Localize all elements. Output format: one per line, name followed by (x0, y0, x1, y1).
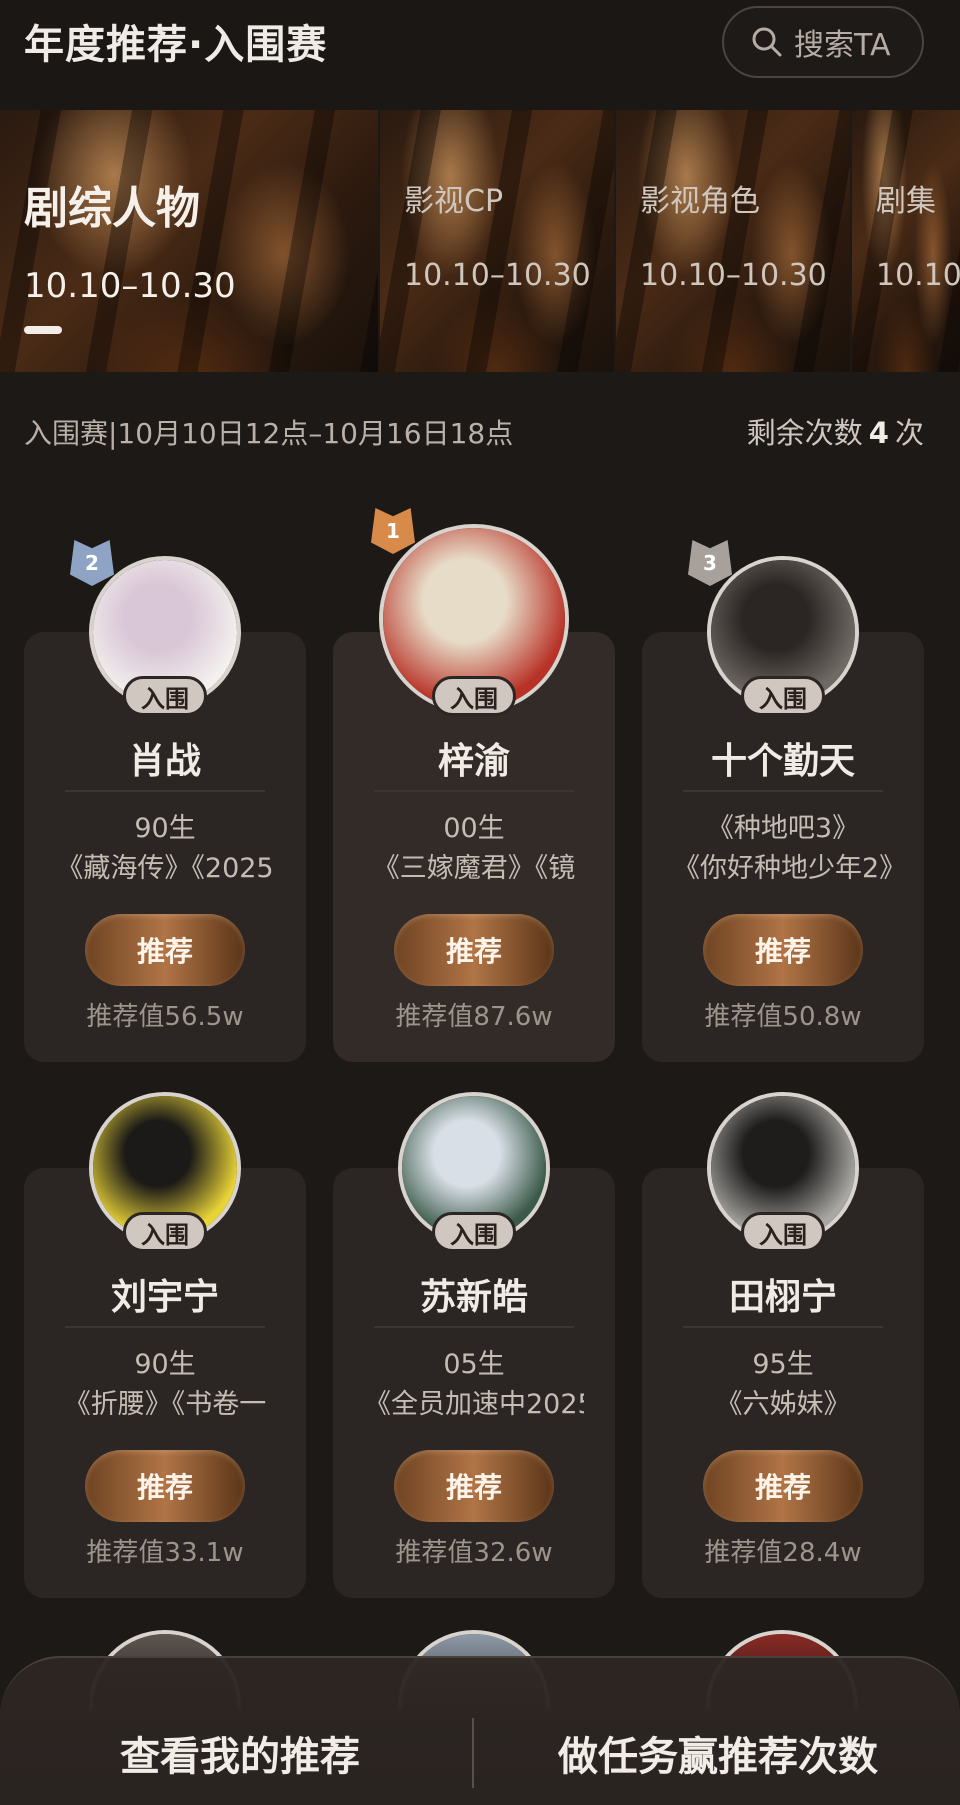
candidate-meta: 90生 (134, 813, 196, 844)
candidate-works: 《全员加速中2025 (364, 1389, 584, 1420)
qualified-badge: 入围 (741, 676, 825, 716)
recommend-button[interactable]: 推荐 (85, 914, 245, 986)
candidate-name: 苏新皓 (419, 1277, 528, 1318)
candidate-name: 肖战 (128, 741, 201, 782)
tab-date: 10.10–10.30 (404, 258, 591, 293)
category-tabs: 剧综人物 10.10–10.30 影视CP 10.10–10.30 影视角色 1… (0, 110, 960, 372)
qualified-badge: 入围 (123, 1212, 207, 1252)
tab-label: 剧集 (876, 184, 936, 219)
tab-drama-variety-person[interactable]: 剧综人物 10.10–10.30 (0, 110, 378, 372)
rank-badge-icon: 3 (688, 540, 732, 586)
bottom-divider (472, 1718, 474, 1788)
candidate-works: 《藏海传》《2025 (56, 853, 274, 884)
recommend-score: 推荐值28.4w (704, 1538, 862, 1568)
card-divider (374, 1326, 574, 1328)
tab-label: 影视角色 (640, 184, 760, 219)
search-placeholder: 搜索TA (794, 28, 891, 63)
tab-date: 10.10–10.30 (640, 258, 827, 293)
tab-label: 剧综人物 (24, 183, 200, 234)
card-divider (65, 790, 265, 792)
recommend-score: 推荐值32.6w (395, 1538, 553, 1568)
round-info: 入围赛|10月10日12点–10月16日18点 (24, 417, 514, 450)
candidate-works: 《你好种地少年2》 (673, 853, 893, 884)
card-divider (374, 790, 574, 792)
tab-film-role[interactable]: 影视角色 10.10–10.30 (616, 110, 850, 372)
page-title: 年度推荐·入围赛 (24, 22, 328, 68)
remaining-unit: 次 (894, 416, 924, 450)
candidate-name: 梓渝 (437, 741, 510, 782)
recommend-score: 推荐值56.5w (86, 1002, 244, 1032)
candidate-name: 田栩宁 (728, 1277, 837, 1318)
remaining-count: 剩余次数 4 次 (747, 410, 924, 452)
candidate-name: 刘宇宁 (110, 1277, 219, 1318)
qualified-badge: 入围 (432, 1212, 516, 1252)
remaining-number: 4 (868, 416, 889, 450)
qualified-badge: 入围 (741, 1212, 825, 1252)
recommend-button[interactable]: 推荐 (703, 1450, 863, 1522)
candidate-meta: 90生 (134, 1349, 196, 1380)
rank-badge-icon: 1 (371, 508, 415, 554)
remaining-label: 剩余次数 (746, 416, 863, 450)
candidate-meta: 00生 (443, 813, 505, 844)
card-divider (683, 1326, 883, 1328)
tasks-earn-votes-button[interactable]: 做任务赢推荐次数 (498, 1724, 938, 1782)
tab-series[interactable]: 剧集 10.10– (852, 110, 960, 372)
candidate-works: 《折腰》《书卷一 (63, 1389, 267, 1420)
recommend-score: 推荐值33.1w (86, 1538, 244, 1568)
view-my-recommendations-button[interactable]: 查看我的推荐 (40, 1724, 440, 1782)
tab-label: 影视CP (404, 184, 504, 219)
recommend-button[interactable]: 推荐 (394, 914, 554, 986)
candidate-works: 《三嫁魔君》《镜 (372, 853, 576, 884)
search-icon (752, 27, 782, 57)
tab-film-cp[interactable]: 影视CP 10.10–10.30 (380, 110, 614, 372)
candidate-meta: 05生 (443, 1349, 505, 1380)
candidate-works: 《六姊妹》 (715, 1389, 851, 1420)
recommend-score: 推荐值50.8w (704, 1002, 862, 1032)
tab-date: 10.10– (876, 258, 960, 293)
recommend-button[interactable]: 推荐 (394, 1450, 554, 1522)
app-page: 年度推荐·入围赛 搜索TA 剧综人物 10.10–10.30 影视CP 10.1… (0, 0, 960, 1805)
qualified-badge: 入围 (432, 676, 516, 716)
bottom-action-bar: 查看我的推荐 做任务赢推荐次数 (0, 1656, 960, 1805)
qualified-badge: 入围 (123, 676, 207, 716)
search-box[interactable]: 搜索TA (722, 6, 924, 78)
card-divider (683, 790, 883, 792)
top-header: 年度推荐·入围赛 搜索TA (0, 0, 960, 110)
candidate-meta: 95生 (752, 1349, 814, 1380)
recommend-button[interactable]: 推荐 (703, 914, 863, 986)
recommend-score: 推荐值87.6w (395, 1002, 553, 1032)
active-tab-indicator (24, 326, 62, 334)
rank-badge-icon: 2 (70, 540, 114, 586)
recommend-button[interactable]: 推荐 (85, 1450, 245, 1522)
tab-date: 10.10–10.30 (24, 266, 236, 306)
candidate-meta: 《种地吧3》 (706, 813, 860, 844)
candidate-name: 十个勤天 (710, 741, 855, 782)
card-divider (65, 1326, 265, 1328)
